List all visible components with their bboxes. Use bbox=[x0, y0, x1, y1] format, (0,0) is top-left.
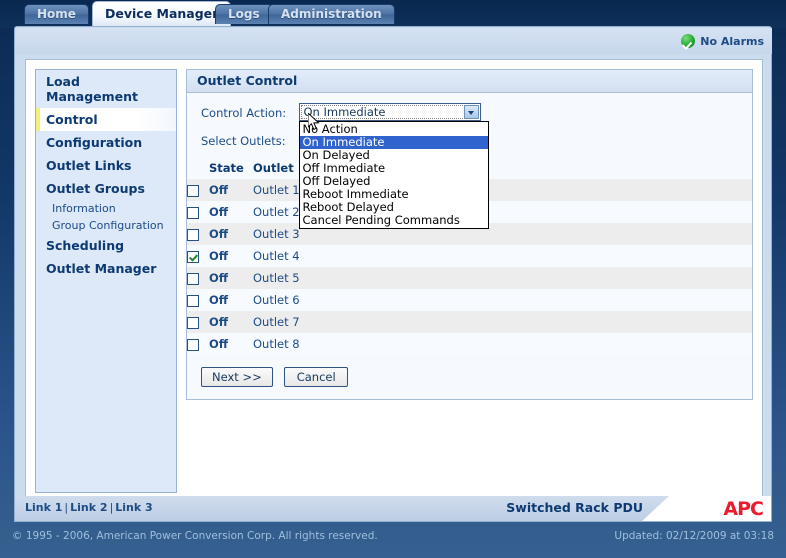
tab-logs-label: Logs bbox=[228, 7, 260, 21]
outlet-name: Outlet 7 bbox=[253, 315, 300, 329]
outlet-name: Outlet 5 bbox=[253, 271, 300, 285]
outlet-checkbox[interactable] bbox=[187, 184, 199, 197]
sidebar-label-load-management: Load Management bbox=[46, 74, 139, 104]
sidebar-item-control[interactable]: Control bbox=[36, 108, 176, 131]
tab-administration[interactable]: Administration bbox=[268, 4, 395, 24]
sidebar-item-outlet-manager[interactable]: Outlet Manager bbox=[36, 257, 176, 280]
footer-link-1[interactable]: Link 1 bbox=[25, 501, 62, 514]
updated-timestamp: Updated: 02/12/2009 at 03:18 bbox=[614, 530, 774, 542]
tab-home[interactable]: Home bbox=[24, 4, 89, 24]
sidebar-item-information[interactable]: Information bbox=[36, 200, 176, 217]
outlet-checkbox-cell bbox=[187, 245, 209, 267]
product-name: Switched Rack PDU bbox=[506, 500, 643, 515]
outlet-checkbox[interactable] bbox=[187, 316, 199, 329]
tab-device-manager-label: Device Manager bbox=[105, 6, 219, 21]
outlet-checkbox[interactable] bbox=[187, 272, 199, 285]
cancel-button[interactable]: Cancel bbox=[284, 367, 349, 387]
outlet-checkbox-cell bbox=[187, 333, 209, 355]
footer-links: Link 1 | Link 2 | Link 3 bbox=[25, 501, 153, 514]
alarm-status-label: No Alarms bbox=[700, 34, 764, 48]
copyright-bar: © 1995 - 2006, American Power Conversion… bbox=[0, 524, 786, 558]
application-window: Home Device Manager Logs Administration … bbox=[0, 0, 786, 558]
footer-link-2[interactable]: Link 2 bbox=[70, 501, 107, 514]
control-action-select[interactable]: On Immediate bbox=[298, 103, 481, 121]
sidebar-item-group-configuration[interactable]: Group Configuration bbox=[36, 217, 176, 234]
outlet-checkbox-cell bbox=[187, 267, 209, 289]
control-action-select-wrapper: On Immediate No Action On Immediate On D… bbox=[298, 103, 489, 229]
outlet-state: Off bbox=[209, 183, 229, 197]
tab-home-label: Home bbox=[37, 7, 76, 21]
control-action-option-list: No Action On Immediate On Delayed Off Im… bbox=[298, 121, 489, 229]
green-check-icon bbox=[681, 34, 696, 48]
tab-logs[interactable]: Logs bbox=[215, 4, 273, 24]
outlet-state: Off bbox=[209, 249, 229, 263]
sidebar-label-group-configuration: Group Configuration bbox=[52, 219, 164, 232]
panel-button-row: Next >> Cancel bbox=[201, 367, 752, 387]
sidebar-item-scheduling[interactable]: Scheduling bbox=[36, 234, 176, 257]
main-tab-bar: Home Device Manager Logs Administration bbox=[0, 0, 786, 28]
outlet-checkbox[interactable] bbox=[187, 294, 199, 307]
outlet-name: Outlet 8 bbox=[253, 337, 300, 351]
table-row[interactable]: Off Outlet 5 bbox=[187, 267, 752, 289]
outlet-state: Off bbox=[209, 205, 229, 219]
outlet-checkbox-cell bbox=[187, 311, 209, 333]
footer-separator: | bbox=[64, 501, 69, 514]
panel-title: Outlet Control bbox=[187, 70, 752, 93]
sidebar-item-load-management[interactable]: Load Management bbox=[36, 70, 176, 108]
sidebar-label-outlet-groups: Outlet Groups bbox=[46, 181, 145, 196]
apc-logo: APC bbox=[723, 498, 764, 520]
sidebar-item-configuration[interactable]: Configuration bbox=[36, 131, 176, 154]
sidebar-label-control: Control bbox=[46, 112, 98, 127]
outlet-state: Off bbox=[209, 315, 229, 329]
outlet-control-panel: Outlet Control Control Action: On Immedi… bbox=[186, 69, 753, 400]
header-state: State bbox=[209, 161, 244, 175]
sidebar-item-outlet-groups[interactable]: Outlet Groups bbox=[36, 177, 176, 200]
next-button[interactable]: Next >> bbox=[201, 367, 273, 387]
table-row[interactable]: Off Outlet 4 bbox=[187, 245, 752, 267]
sidebar-label-outlet-manager: Outlet Manager bbox=[46, 261, 157, 276]
outlet-name: Outlet 4 bbox=[253, 249, 300, 263]
sidebar-label-configuration: Configuration bbox=[46, 135, 143, 150]
panel-body: Control Action: On Immediate No Action O… bbox=[187, 93, 752, 399]
outlet-checkbox[interactable] bbox=[187, 338, 199, 351]
sidebar-label-information: Information bbox=[52, 202, 116, 215]
sidebar-label-scheduling: Scheduling bbox=[46, 238, 125, 253]
outlet-checkbox-cell bbox=[187, 179, 209, 201]
outlet-checkbox-cell bbox=[187, 223, 209, 245]
outlet-checkbox-cell bbox=[187, 289, 209, 311]
outlet-state: Off bbox=[209, 293, 229, 307]
outlet-state: Off bbox=[209, 337, 229, 351]
chevron-down-icon[interactable] bbox=[463, 105, 479, 119]
tab-device-manager[interactable]: Device Manager bbox=[92, 1, 232, 26]
outlet-name: Outlet 6 bbox=[253, 293, 300, 307]
control-action-row: Control Action: On Immediate No Action O… bbox=[187, 103, 752, 229]
copyright-text: © 1995 - 2006, American Power Conversion… bbox=[12, 530, 378, 542]
outlet-checkbox[interactable] bbox=[187, 250, 199, 263]
header-checkbox-column bbox=[187, 159, 209, 179]
control-action-selected-value: On Immediate bbox=[303, 105, 386, 119]
control-action-label: Control Action: bbox=[201, 106, 287, 120]
select-outlets-label: Select Outlets: bbox=[201, 134, 286, 148]
table-row[interactable]: Off Outlet 7 bbox=[187, 311, 752, 333]
outlet-state: Off bbox=[209, 271, 229, 285]
content-area: Load Management Control Configuration Ou… bbox=[25, 59, 763, 503]
tab-administration-label: Administration bbox=[281, 7, 382, 21]
outlet-checkbox[interactable] bbox=[187, 206, 199, 219]
outlet-checkbox-cell bbox=[187, 201, 209, 223]
sidebar-item-outlet-links[interactable]: Outlet Links bbox=[36, 154, 176, 177]
outlet-state: Off bbox=[209, 227, 229, 241]
sidebar-navigation: Load Management Control Configuration Ou… bbox=[35, 69, 177, 493]
table-row[interactable]: Off Outlet 8 bbox=[187, 333, 752, 355]
main-window: No Alarms Load Management Control Config… bbox=[14, 26, 772, 514]
outlet-checkbox[interactable] bbox=[187, 228, 199, 241]
footer-link-3[interactable]: Link 3 bbox=[115, 501, 152, 514]
alarm-status: No Alarms bbox=[681, 32, 764, 50]
table-row[interactable]: Off Outlet 6 bbox=[187, 289, 752, 311]
footer-bar: Link 1 | Link 2 | Link 3 Switched Rack PDU A… bbox=[14, 496, 772, 522]
status-strip: No Alarms bbox=[16, 28, 772, 54]
option-cancel-pending-commands[interactable]: Cancel Pending Commands bbox=[300, 214, 488, 227]
sidebar-label-outlet-links: Outlet Links bbox=[46, 158, 132, 173]
